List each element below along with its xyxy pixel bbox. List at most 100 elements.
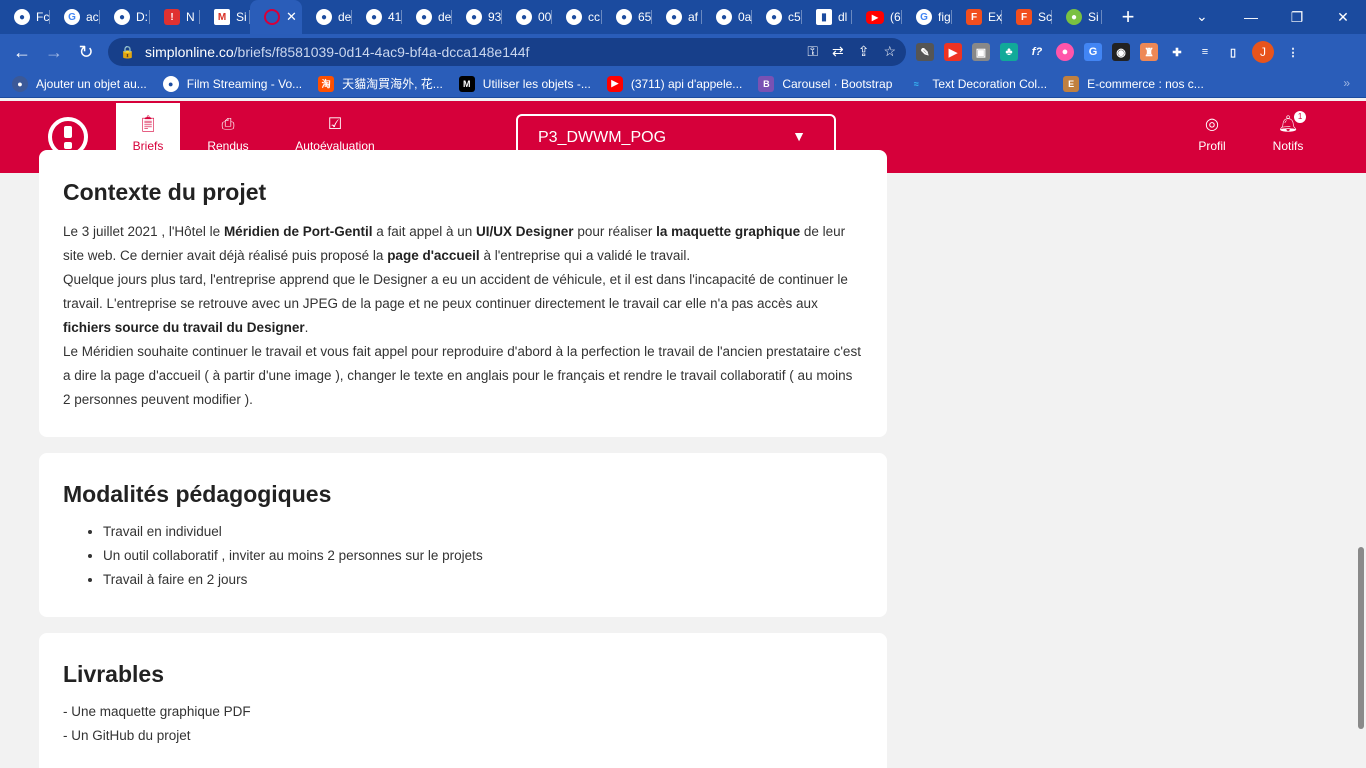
app-icon: ● — [1066, 9, 1082, 25]
bookmark-item[interactable]: ● Film Streaming - Vo... — [162, 75, 302, 92]
browser-toolbar: ← → ↻ 🔒 simplonline.co/briefs/f8581039-0… — [0, 34, 1366, 70]
figma-icon: F — [1016, 9, 1032, 25]
browser-tab[interactable]: ● Si — [1052, 0, 1102, 34]
browser-tab[interactable]: ▮ dl — [802, 0, 852, 34]
list-item: - Une maquette graphique PDF — [63, 704, 251, 719]
browser-tab[interactable]: ● 0a — [702, 0, 752, 34]
side-panel-icon[interactable]: ▯ — [1224, 43, 1242, 61]
nav-notifs[interactable]: 🔔︎ 1 Notifs — [1264, 103, 1312, 167]
star-icon[interactable]: ☆ — [883, 43, 896, 60]
bookmark-label: Text Decoration Col... — [932, 76, 1048, 91]
globe-icon: ● — [466, 9, 482, 25]
restore-button[interactable]: ❐ — [1274, 9, 1320, 26]
close-tab-icon[interactable]: ✕ — [286, 9, 297, 25]
browser-menu-icon[interactable]: ⋮ — [1284, 43, 1302, 61]
media-control-icon[interactable]: ≡ — [1196, 43, 1214, 61]
list-item: Un outil collaboratif , inviter au moins… — [103, 544, 483, 568]
browser-tab[interactable]: ● 93 — [452, 0, 502, 34]
tab-title: 65 — [638, 10, 652, 24]
browser-tab[interactable]: Gfig — [902, 0, 952, 34]
url-domain: simplonline.co — [144, 44, 234, 60]
screenshot-extension-icon[interactable]: ▣ — [972, 43, 990, 61]
notif-badge: 1 — [1294, 111, 1307, 123]
browser-tab[interactable]: ● c5 — [752, 0, 802, 34]
user-icon: ◎ — [1205, 116, 1219, 133]
browser-tab[interactable]: M Si — [200, 0, 250, 34]
key-icon[interactable]: ⚿ — [807, 43, 818, 60]
browser-tab[interactable]: ! N — [150, 0, 200, 34]
tab-title: Fc — [36, 10, 50, 24]
browser-tab[interactable]: ● D: — [100, 0, 150, 34]
address-bar[interactable]: 🔒 simplonline.co/briefs/f8581039-0d14-4a… — [108, 38, 906, 66]
forward-button[interactable]: → — [38, 36, 70, 68]
google-translate-extension-icon[interactable]: G — [1084, 43, 1102, 61]
tab-title: (6 — [890, 10, 901, 24]
pencil-extension-icon[interactable]: ✎ — [916, 43, 934, 61]
browser-tab-active[interactable]: ✕ — [250, 0, 302, 34]
contexte-paragraph: Quelque jours plus tard, l'entreprise ap… — [63, 272, 848, 335]
browser-tab[interactable]: ● 65 — [602, 0, 652, 34]
reload-button[interactable]: ↻ — [70, 36, 102, 68]
tab-search-chevron-icon[interactable]: ⌄ — [1196, 8, 1208, 25]
video-extension-icon[interactable]: ▶ — [944, 43, 962, 61]
profile-avatar[interactable]: J — [1252, 41, 1274, 63]
list-item: Travail à faire en 2 jours — [103, 568, 483, 592]
browser-tab[interactable]: ● de — [302, 0, 352, 34]
globe-icon: ● — [316, 9, 332, 25]
checklist-icon: ☑ — [327, 116, 343, 133]
nav-notifs-label: Notifs — [1272, 139, 1304, 153]
contexte-body: Le 3 juillet 2021 , l'Hôtel le Méridien … — [63, 220, 863, 412]
red-app-icon: ! — [164, 9, 180, 25]
youtube-icon: ▶ — [606, 75, 623, 92]
globe-icon: ● — [516, 9, 532, 25]
bookmark-item[interactable]: M Utiliser les objets -... — [458, 75, 591, 92]
browser-tab[interactable]: ▶ (6 — [852, 0, 902, 34]
back-button[interactable]: ← — [6, 36, 38, 68]
section-title: Livrables — [63, 661, 164, 687]
tab-title: Si — [1088, 10, 1099, 24]
nav-profil[interactable]: ◎ Profil — [1188, 103, 1236, 167]
share-icon[interactable]: ⇪ — [858, 43, 870, 60]
livrables-list: - Une maquette graphique PDF - Un GitHub… — [63, 700, 251, 748]
bookmarks-bar: ● Ajouter un objet au... ● Film Streaming … — [0, 70, 1366, 98]
browser-tab[interactable]: Gac — [50, 0, 100, 34]
browser-tab[interactable]: F Ex — [952, 0, 1002, 34]
inbox-icon: ⎙ — [221, 116, 235, 133]
globe-icon: ● — [366, 9, 382, 25]
font-extension-icon[interactable]: f? — [1028, 43, 1046, 61]
browser-tab[interactable]: ● af — [652, 0, 702, 34]
close-window-button[interactable]: ✕ — [1320, 9, 1366, 26]
more-bookmarks-icon[interactable]: » — [1343, 76, 1350, 90]
scrollbar-thumb[interactable] — [1358, 547, 1364, 729]
new-tab-button[interactable]: + — [1108, 4, 1148, 30]
gmail-icon: M — [214, 9, 230, 25]
bookmark-item[interactable]: E E-commerce : nos c... — [1063, 75, 1204, 92]
browser-tab[interactable]: ● cc — [552, 0, 602, 34]
bookmark-item[interactable]: 淘天貓淘買海外, 花... — [318, 75, 443, 92]
browser-tab[interactable]: F Sc — [1002, 0, 1052, 34]
tab-title: Si — [236, 10, 247, 24]
puzzle-extensions-icon[interactable]: ✚ — [1168, 43, 1186, 61]
leaf-extension-icon[interactable]: ♣ — [1000, 43, 1018, 61]
contexte-paragraph: Le 3 juillet 2021 , l'Hôtel le Méridien … — [63, 224, 846, 263]
bookmark-item[interactable]: ≈ Text Decoration Col... — [908, 76, 1047, 92]
section-title: Modalités pédagogiques — [63, 481, 332, 507]
lock-icon[interactable]: 🔒 — [120, 45, 135, 59]
bookmark-label: Ajouter un objet au... — [36, 76, 147, 91]
browser-tab[interactable]: ● 00 — [502, 0, 552, 34]
promo-value: P3_DWWM_POG — [538, 129, 667, 146]
bookmark-item[interactable]: ▶ (3711) api d'appele... — [606, 75, 742, 92]
wappalyzer-extension-icon[interactable]: ◉ — [1112, 43, 1130, 61]
translate-icon[interactable]: ⇄ — [832, 43, 844, 60]
minimize-button[interactable]: — — [1228, 9, 1274, 25]
globe-icon: ● — [766, 9, 782, 25]
browser-tab[interactable]: ● 41 — [352, 0, 402, 34]
browser-tab[interactable]: ● de — [402, 0, 452, 34]
bookmark-item[interactable]: ● Ajouter un objet au... — [12, 75, 147, 92]
color-extension-icon[interactable]: ● — [1056, 43, 1074, 61]
rocket-extension-icon[interactable]: ♜ — [1140, 43, 1158, 61]
tab-title: D: — [136, 10, 148, 24]
browser-tab[interactable]: ● Fc — [0, 0, 50, 34]
bookmark-item[interactable]: B Carousel · Bootstrap — [758, 75, 892, 92]
page-scrollbar[interactable] — [1356, 173, 1366, 768]
